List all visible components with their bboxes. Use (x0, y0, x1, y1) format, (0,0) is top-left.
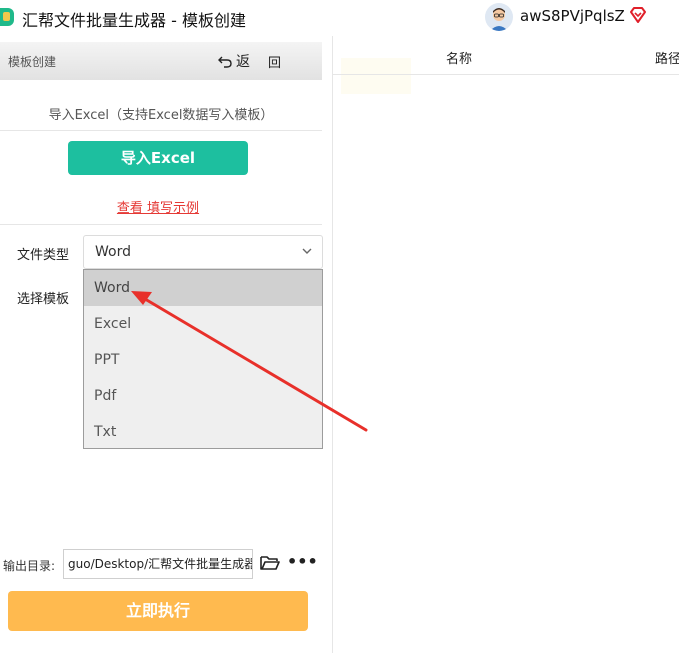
file-type-dropdown: Word Excel PPT Pdf Txt (83, 269, 323, 449)
view-example-link[interactable]: 查看 填写示例 (0, 197, 316, 216)
import-hint: 导入Excel（支持Excel数据写入模板） (48, 108, 274, 123)
output-dir-label: 输出目录: (3, 559, 56, 573)
chevron-down-icon (302, 248, 312, 254)
more-options-icon[interactable]: ••• (287, 552, 318, 571)
app-logo-icon (0, 8, 14, 26)
dropdown-option-txt[interactable]: Txt (84, 414, 322, 450)
avatar[interactable] (485, 3, 513, 31)
template-label: 选择模板 (17, 292, 70, 307)
column-header-path[interactable]: 路径 (655, 48, 679, 67)
panel-header: 模板创建 返 回 (0, 42, 322, 80)
dropdown-option-excel[interactable]: Excel (84, 306, 322, 342)
output-dir-field[interactable]: guo/Desktop/汇帮文件批量生成器 (63, 549, 253, 579)
back-arrow-icon (218, 56, 232, 68)
divider (0, 130, 322, 131)
table-header: 名称 路径 (333, 36, 679, 75)
column-header-name[interactable]: 名称 (446, 48, 472, 67)
import-excel-button[interactable]: 导入Excel (68, 141, 248, 175)
dropdown-option-pdf[interactable]: Pdf (84, 378, 322, 414)
dropdown-option-ppt[interactable]: PPT (84, 342, 322, 378)
run-now-button[interactable]: 立即执行 (8, 591, 308, 631)
username[interactable]: awS8PVjPqlsZ (520, 7, 625, 25)
dropdown-option-word[interactable]: Word (84, 270, 322, 306)
file-type-value: Word (95, 244, 131, 260)
folder-open-icon[interactable] (260, 555, 280, 571)
divider (0, 224, 322, 225)
back-button[interactable]: 返 (218, 51, 250, 71)
back-label-extra[interactable]: 回 (268, 52, 281, 71)
back-label: 返 (236, 54, 250, 70)
file-type-label: 文件类型 (17, 248, 70, 263)
template-create-panel: 模板创建 返 回 导入Excel（支持Excel数据写入模板） 导入Excel … (0, 36, 333, 653)
panel-title: 模板创建 (8, 55, 57, 69)
file-type-select[interactable]: Word (83, 235, 323, 269)
file-list-panel: 名称 路径 (333, 36, 679, 653)
title-bar: 汇帮文件批量生成器 - 模板创建 awS8PVjPqlsZ (0, 0, 679, 36)
window-title: 汇帮文件批量生成器 - 模板创建 (22, 11, 246, 30)
vip-diamond-icon[interactable] (628, 5, 648, 25)
